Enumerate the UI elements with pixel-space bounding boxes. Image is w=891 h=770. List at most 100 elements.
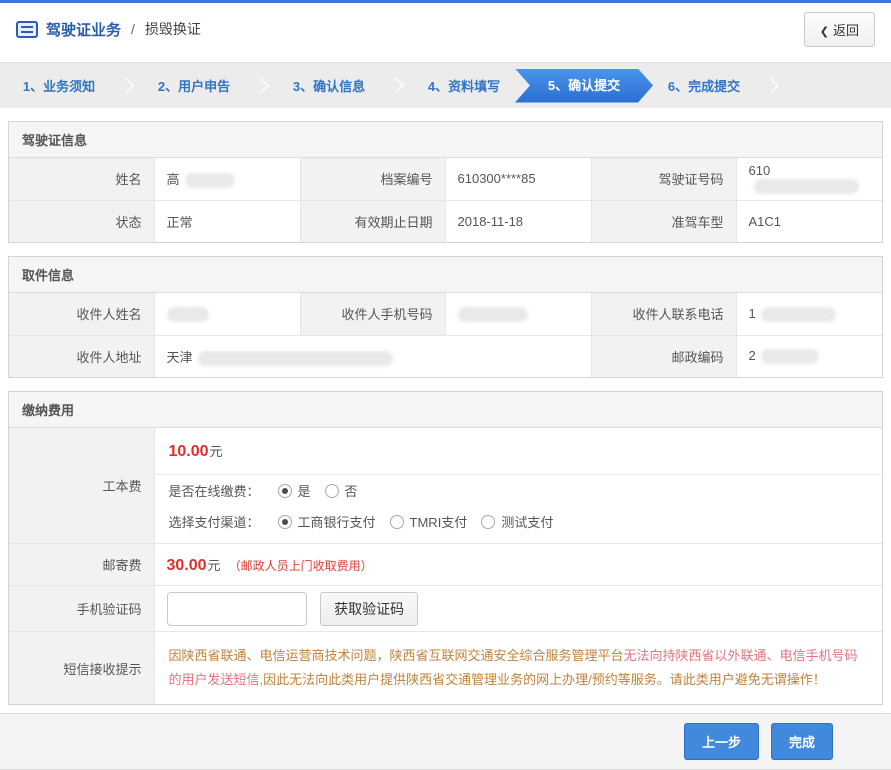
- postcode-value-text: 2: [749, 348, 756, 363]
- radio-channel-test[interactable]: 测试支付: [481, 512, 553, 531]
- sms-notice-seg1: 因陕西省联通、电信运营商技术问题，陕西省互联网交通安全综合服务管理平台: [169, 648, 624, 663]
- recipient-name-label: 收件人姓名: [9, 293, 154, 335]
- expiry-label: 有效期止日期: [300, 200, 445, 242]
- cost-amount-row: 10.00元: [155, 428, 883, 475]
- redaction-blur: [167, 307, 209, 322]
- license-info-panel: 驾驶证信息 姓名 高 档案编号 610300****85 驾驶证号码 610 状…: [8, 121, 883, 243]
- step-business-notice: 1、业务须知: [0, 76, 118, 95]
- mobile-value: [445, 293, 591, 335]
- page-header: 驾驶证业务 / 损毁换证 ❮ 返回: [0, 3, 891, 57]
- previous-step-button[interactable]: 上一步: [684, 723, 759, 760]
- postcode-label: 邮政编码: [591, 335, 736, 377]
- get-captcha-button[interactable]: 获取验证码: [320, 592, 418, 626]
- step-user-declaration: 2、用户申告: [135, 76, 253, 95]
- radio-online-no[interactable]: 否: [325, 481, 358, 500]
- name-value-text: 高: [167, 172, 180, 187]
- table-row: 状态 正常 有效期止日期 2018-11-18 准驾车型 A1C1: [9, 200, 882, 242]
- step-fill-materials: 4、资料填写: [405, 76, 523, 95]
- radio-online-yes-label: 是: [298, 481, 311, 500]
- radio-channel-icbc[interactable]: 工商银行支付: [278, 512, 376, 531]
- license-no-value: 610: [736, 158, 882, 200]
- redaction-blur: [458, 307, 528, 322]
- fees-table: 工本费 10.00元 是否在线缴费： 是 否: [9, 428, 882, 704]
- status-value: 正常: [154, 200, 300, 242]
- pickup-info-panel: 取件信息 收件人姓名 收件人手机号码 收件人联系电话 1 收件人地址 天津 邮政…: [8, 256, 883, 378]
- postcode-value: 2: [736, 335, 882, 377]
- online-payment-row: 是否在线缴费： 是 否: [155, 475, 883, 506]
- address-label: 收件人地址: [9, 335, 154, 377]
- step-confirm-submit-active: 5、确认提交: [515, 69, 653, 103]
- back-button[interactable]: ❮ 返回: [804, 12, 875, 47]
- file-no-value: 610300****85: [445, 158, 591, 200]
- postage-note: （邮政人员上门收取费用）: [229, 559, 373, 573]
- redaction-blur: [185, 173, 235, 188]
- radio-online-yes[interactable]: 是: [278, 481, 311, 500]
- page-subtitle: 损毁换证: [145, 19, 201, 39]
- vehicle-class-value: A1C1: [736, 200, 882, 242]
- main-content: 驾驶证信息 姓名 高 档案编号 610300****85 驾驶证号码 610 状…: [0, 121, 891, 705]
- pickup-info-title: 取件信息: [9, 257, 882, 293]
- page-title: 驾驶证业务: [46, 19, 121, 40]
- radio-unchecked-icon: [481, 515, 495, 529]
- phone-value-text: 1: [749, 306, 756, 321]
- radio-channel-tmri[interactable]: TMRI支付: [390, 512, 468, 531]
- table-row: 收件人地址 天津 邮政编码 2: [9, 335, 882, 377]
- form-list-icon: [16, 21, 38, 38]
- phone-value: 1: [736, 293, 882, 335]
- postage-label: 邮寄费: [9, 544, 154, 586]
- captcha-input[interactable]: [167, 592, 307, 626]
- postage-value: 30.00元（邮政人员上门收取费用）: [154, 544, 882, 586]
- name-label: 姓名: [9, 158, 154, 200]
- status-label: 状态: [9, 200, 154, 242]
- cost-label: 工本费: [9, 428, 154, 544]
- step-confirm-info: 3、确认信息: [270, 76, 388, 95]
- step-complete-submit: 6、完成提交: [645, 76, 763, 95]
- mobile-label: 收件人手机号码: [300, 293, 445, 335]
- expiry-value: 2018-11-18: [445, 200, 591, 242]
- cost-amount: 10.00: [169, 443, 209, 460]
- radio-channel-icbc-label: 工商银行支付: [298, 512, 376, 531]
- radio-unchecked-icon: [325, 484, 339, 498]
- postage-amount: 30.00: [167, 557, 207, 574]
- table-row: 收件人姓名 收件人手机号码 收件人联系电话 1: [9, 293, 882, 335]
- chevron-left-icon: ❮: [820, 26, 829, 38]
- redaction-blur: [761, 349, 819, 364]
- file-no-label: 档案编号: [300, 158, 445, 200]
- license-info-title: 驾驶证信息: [9, 122, 882, 158]
- captcha-label: 手机验证码: [9, 586, 154, 632]
- redaction-blur: [761, 307, 836, 322]
- sms-notice-text: 因陕西省联通、电信运营商技术问题，陕西省互联网交通安全综合服务管理平台无法向持陕…: [154, 632, 882, 705]
- chevron-right-icon: [389, 78, 405, 94]
- name-value: 高: [154, 158, 300, 200]
- table-row: 邮寄费 30.00元（邮政人员上门收取费用）: [9, 544, 882, 586]
- footer-action-bar: 上一步 完成: [0, 713, 891, 770]
- wizard-steps-bar: 1、业务须知 2、用户申告 3、确认信息 4、资料填写 5、确认提交 6、完成提…: [0, 62, 891, 108]
- table-row: 姓名 高 档案编号 610300****85 驾驶证号码 610: [9, 158, 882, 200]
- fees-panel: 缴纳费用 工本费 10.00元 是否在线缴费： 是: [8, 391, 883, 705]
- address-value: 天津: [154, 335, 591, 377]
- redaction-blur: [754, 179, 859, 194]
- currency-unit: 元: [210, 444, 223, 459]
- breadcrumb-separator: /: [131, 21, 135, 37]
- phone-label: 收件人联系电话: [591, 293, 736, 335]
- chevron-right-icon: [119, 78, 135, 94]
- breadcrumb: 驾驶证业务 / 损毁换证: [16, 19, 201, 40]
- license-no-value-text: 610: [749, 163, 771, 178]
- address-value-text: 天津: [167, 350, 193, 365]
- radio-unchecked-icon: [390, 515, 404, 529]
- redaction-blur: [198, 351, 393, 366]
- radio-checked-icon: [278, 484, 292, 498]
- chevron-right-icon: [764, 78, 780, 94]
- table-row: 工本费 10.00元 是否在线缴费： 是 否: [9, 428, 882, 544]
- cost-cell: 10.00元 是否在线缴费： 是 否 选择支: [154, 428, 882, 544]
- online-question-label: 是否在线缴费：: [169, 481, 260, 500]
- sms-notice-label: 短信接收提示: [9, 632, 154, 705]
- vehicle-class-label: 准驾车型: [591, 200, 736, 242]
- license-no-label: 驾驶证号码: [591, 158, 736, 200]
- back-button-label: 返回: [833, 23, 859, 38]
- recipient-name-value: [154, 293, 300, 335]
- sms-notice-seg3: 因此无法向此类用户提供陕西省交通管理业务的网上办理/预约等服务。请此类用户避免无…: [263, 672, 826, 687]
- pickup-info-table: 收件人姓名 收件人手机号码 收件人联系电话 1 收件人地址 天津 邮政编码 2: [9, 293, 882, 377]
- radio-checked-icon: [278, 515, 292, 529]
- finish-button[interactable]: 完成: [771, 723, 833, 760]
